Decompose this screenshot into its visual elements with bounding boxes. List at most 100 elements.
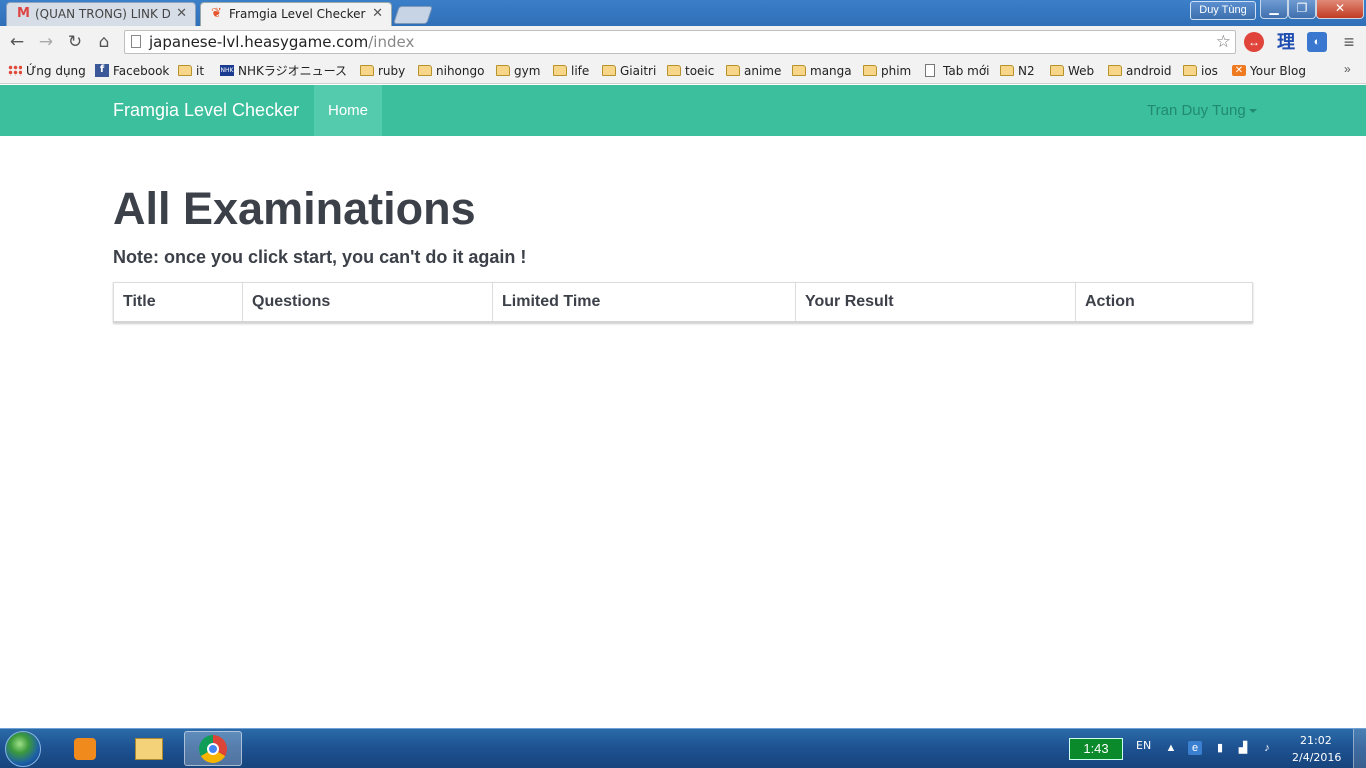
show-hidden-icons[interactable]: ▲ <box>1164 741 1178 755</box>
facebook-icon: f <box>95 64 109 77</box>
bookmark-your-blog[interactable]: ✕ Your Blog <box>1232 62 1306 80</box>
folder-icon <box>667 65 681 76</box>
folder-icon <box>496 65 510 76</box>
taskbar-media-player[interactable] <box>58 731 112 766</box>
page-title: All Examinations <box>113 183 476 234</box>
folder-icon <box>178 65 192 76</box>
folder-icon <box>1183 65 1197 76</box>
tab-title: Framgia Level Checker <box>229 7 366 21</box>
battery-icon[interactable]: ▮ <box>1213 741 1227 755</box>
framgia-icon: ❦ <box>211 6 222 21</box>
bookmark-folder-giaitri[interactable]: Giaitri <box>602 62 656 80</box>
column-header-title: Title <box>113 282 243 323</box>
examinations-table: Title Questions Limited Time Your Result… <box>113 282 1253 323</box>
bookmarks-bar: Ứng dụng f Facebook it NHK NHKラジオニュース ruby… <box>0 58 1366 84</box>
folder-icon <box>135 737 163 760</box>
extension-toggle-icon[interactable]: ◐ <box>1307 32 1327 52</box>
folder-icon <box>553 65 567 76</box>
column-header-limited-time: Limited Time <box>492 282 796 323</box>
page-icon <box>131 35 141 48</box>
bookmark-folder-anime[interactable]: anime <box>726 62 781 80</box>
address-bar[interactable]: japanese-lvl.heasygame.com/index ☆ <box>124 30 1236 54</box>
user-dropdown[interactable]: Tran Duy Tung <box>1147 85 1257 136</box>
bookmarks-overflow-icon[interactable]: » <box>1344 62 1351 76</box>
column-header-action: Action <box>1075 282 1253 323</box>
back-arrow-icon[interactable]: ← <box>6 31 28 53</box>
extension-arrows-icon[interactable]: ↔ <box>1244 32 1264 52</box>
bookmark-folder-n2[interactable]: N2 <box>1000 62 1035 80</box>
url-text: japanese-lvl.heasygame.com/index <box>149 33 415 51</box>
nav-home-link[interactable]: Home <box>314 85 382 136</box>
tab-framgia[interactable]: ❦ Framgia Level Checker ✕ <box>200 2 392 26</box>
folder-icon <box>1050 65 1064 76</box>
browser-toolbar: ← → ↻ ⌂ japanese-lvl.heasygame.com/index… <box>0 26 1366 58</box>
bookmark-folder-phim[interactable]: phim <box>863 62 911 80</box>
exam-note: Note: once you click start, you can't do… <box>113 247 527 267</box>
close-window-button[interactable]: ✕ <box>1316 0 1364 19</box>
show-desktop-button[interactable] <box>1353 729 1366 768</box>
close-icon[interactable]: ✕ <box>176 3 187 25</box>
tab-title: (QUAN TRONG) LINK DAN <box>35 7 170 21</box>
bookmark-folder-life[interactable]: life <box>553 62 589 80</box>
blog-icon: ✕ <box>1232 65 1246 76</box>
bookmark-folder-it[interactable]: it <box>178 62 204 80</box>
folder-icon <box>863 65 877 76</box>
bookmark-folder-ios[interactable]: ios <box>1183 62 1218 80</box>
home-icon[interactable]: ⌂ <box>93 31 115 53</box>
tab-gmail[interactable]: M (QUAN TRONG) LINK DAN ✕ <box>6 2 196 26</box>
chrome-icon <box>199 734 227 763</box>
start-button[interactable] <box>5 731 41 767</box>
menu-icon[interactable]: ≡ <box>1340 32 1358 52</box>
bookmark-folder-nihongo[interactable]: nihongo <box>418 62 484 80</box>
clock-date[interactable]: 2/4/2016 <box>1292 751 1341 764</box>
clock-time[interactable]: 21:02 <box>1300 734 1332 747</box>
bookmark-folder-ruby[interactable]: ruby <box>360 62 405 80</box>
taskbar: 1:43 EN ▲ e ▮ ▟ ♪ 21:02 2/4/2016 <box>0 728 1366 768</box>
extension-kanji-icon[interactable]: 理 <box>1276 32 1296 52</box>
bookmark-folder-toeic[interactable]: toeic <box>667 62 714 80</box>
minimize-button[interactable]: ▁ <box>1260 0 1288 19</box>
browser-titlebar: M (QUAN TRONG) LINK DAN ✕ ❦ Framgia Leve… <box>0 0 1366 26</box>
column-header-questions: Questions <box>242 282 493 323</box>
site-navbar: Framgia Level Checker Home Tran Duy Tung <box>0 85 1366 136</box>
forward-arrow-icon[interactable]: → <box>35 31 57 53</box>
bookmark-folder-manga[interactable]: manga <box>792 62 852 80</box>
column-header-your-result: Your Result <box>795 282 1076 323</box>
bookmark-folder-android[interactable]: android <box>1108 62 1172 80</box>
bookmark-star-icon[interactable]: ☆ <box>1216 31 1231 53</box>
bookmark-nhk[interactable]: NHK NHKラジオニュース <box>220 62 347 80</box>
user-name: Tran Duy Tung <box>1147 102 1246 119</box>
profile-button[interactable]: Duy Tùng <box>1190 1 1256 20</box>
bookmark-tab-moi[interactable]: Tab mới <box>925 62 990 80</box>
caret-down-icon <box>1248 109 1257 113</box>
bookmark-facebook[interactable]: f Facebook <box>95 62 169 80</box>
folder-icon <box>1000 65 1014 76</box>
folder-icon <box>726 65 740 76</box>
reload-icon[interactable]: ↻ <box>64 31 86 53</box>
bookmark-folder-web[interactable]: Web <box>1050 62 1094 80</box>
folder-icon <box>1108 65 1122 76</box>
page-icon <box>925 64 935 77</box>
bookmark-apps[interactable]: Ứng dụng <box>8 62 86 80</box>
bookmark-folder-gym[interactable]: gym <box>496 62 540 80</box>
maximize-button[interactable]: ❐ <box>1288 0 1316 19</box>
folder-icon <box>360 65 374 76</box>
folder-icon <box>792 65 806 76</box>
table-header-row: Title Questions Limited Time Your Result… <box>113 282 1253 323</box>
battery-timer[interactable]: 1:43 <box>1069 738 1123 760</box>
media-player-icon <box>74 737 96 760</box>
taskbar-chrome[interactable] <box>184 731 242 766</box>
taskbar-file-explorer[interactable] <box>122 731 176 766</box>
site-brand[interactable]: Framgia Level Checker <box>113 85 299 136</box>
close-icon[interactable]: ✕ <box>372 3 383 25</box>
language-indicator[interactable]: EN <box>1136 739 1151 752</box>
nhk-icon: NHK <box>220 65 234 76</box>
folder-icon <box>602 65 616 76</box>
signal-icon[interactable]: ▟ <box>1236 741 1250 755</box>
apps-icon <box>8 65 22 76</box>
gmail-icon: M <box>17 6 30 21</box>
new-tab-button[interactable] <box>393 6 433 24</box>
volume-icon[interactable]: ♪ <box>1260 741 1274 755</box>
ime-icon[interactable]: e <box>1188 741 1202 755</box>
folder-icon <box>418 65 432 76</box>
